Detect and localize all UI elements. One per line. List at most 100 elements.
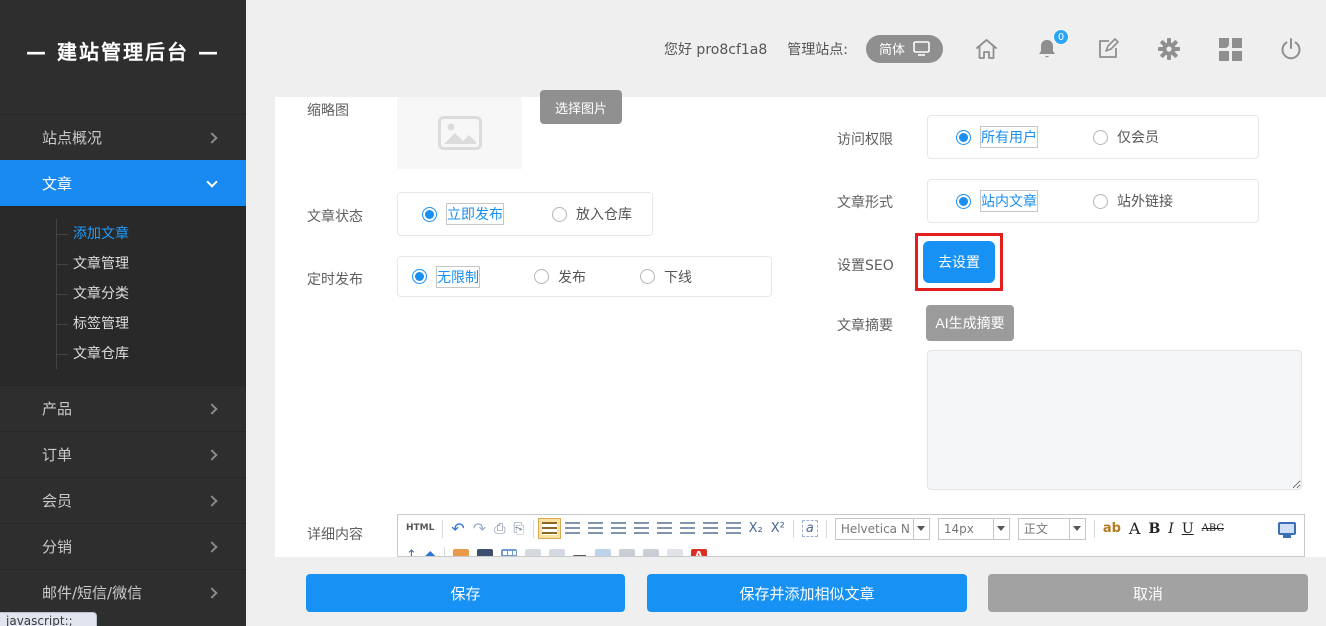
topbar: 您好 pro8cf1a8 管理站点: 简体 0 — [246, 0, 1326, 97]
paragraph-spacing-icon[interactable] — [680, 522, 695, 535]
redo-icon[interactable]: ↷ — [473, 521, 486, 537]
sidebar-item-articles[interactable]: 文章 — [0, 160, 246, 206]
bold-icon[interactable]: B — [1148, 522, 1160, 536]
sidebar-item-site-overview[interactable]: 站点概况 — [0, 114, 246, 160]
radio-unselected-icon — [640, 269, 655, 284]
radio-option-external-link[interactable]: 站外链接 — [1093, 191, 1173, 211]
template-icon[interactable] — [525, 549, 541, 558]
save-and-add-similar-button[interactable]: 保存并添加相似文章 — [647, 574, 967, 612]
notification-badge: 0 — [1053, 29, 1069, 45]
highlight-color-icon[interactable]: ab — [1103, 522, 1121, 535]
line-height-icon[interactable]: ↕ — [406, 549, 417, 557]
save-button[interactable]: 保存 — [306, 574, 625, 612]
radio-label: 下线 — [664, 267, 692, 287]
italic-icon[interactable]: I — [1168, 522, 1174, 536]
page-break-icon[interactable] — [549, 549, 565, 558]
subscript-icon[interactable]: X₂ — [749, 522, 763, 535]
font-family-select[interactable]: Helvetica N — [835, 518, 930, 540]
language-label: 简体 — [879, 39, 905, 58]
articles-submenu: 添加文章 文章管理 文章分类 标签管理 文章仓库 — [0, 206, 246, 385]
align-right-icon[interactable] — [588, 522, 603, 535]
align-justify-icon[interactable] — [611, 522, 626, 535]
radio-option-publish-now[interactable]: 立即发布 — [422, 203, 504, 225]
underline-icon[interactable]: U — [1182, 522, 1194, 536]
language-site-pill[interactable]: 简体 — [866, 35, 943, 63]
insert-table-icon[interactable] — [501, 549, 517, 558]
font-color-icon[interactable]: A — [1129, 521, 1141, 537]
align-left-icon[interactable] — [542, 522, 557, 535]
paragraph-format-select[interactable]: 正文 — [1018, 518, 1086, 540]
radio-option-members-only[interactable]: 仅会员 — [1093, 127, 1159, 147]
sidebar-subitem-article-manage[interactable]: 文章管理 — [57, 249, 246, 279]
radio-label: 站内文章 — [980, 190, 1038, 212]
sidebar-subitem-add-article[interactable]: 添加文章 — [57, 219, 246, 249]
sidebar-item-label: 订单 — [42, 444, 72, 465]
sidebar-menu: 站点概况 文章 添加文章 文章管理 文章分类 标签管理 文章仓库 产品 — [0, 114, 246, 615]
choose-image-button[interactable]: 选择图片 — [540, 90, 622, 124]
sidebar-item-orders[interactable]: 订单 — [0, 431, 246, 477]
article-form-group: 站内文章 站外链接 — [927, 179, 1259, 223]
radio-selected-icon — [412, 269, 427, 284]
ai-generate-summary-button[interactable]: AI生成摘要 — [926, 305, 1014, 341]
sidebar-item-members[interactable]: 会员 — [0, 477, 246, 523]
insert-link-icon[interactable] — [643, 549, 659, 558]
unordered-list-icon[interactable] — [657, 522, 672, 535]
ordered-list-icon[interactable] — [634, 522, 649, 535]
edit-icon[interactable] — [1095, 36, 1121, 62]
access-rights-label: 访问权限 — [837, 129, 893, 149]
strikethrough-icon[interactable]: ABC — [1202, 524, 1224, 534]
unlink-icon[interactable] — [667, 549, 683, 558]
thumbnail-placeholder — [397, 97, 522, 169]
indent-increase-icon[interactable] — [703, 522, 718, 535]
radio-option-to-repo[interactable]: 放入仓库 — [552, 204, 632, 224]
notification-bell-icon[interactable]: 0 — [1034, 36, 1060, 62]
insert-map-icon[interactable] — [595, 549, 611, 558]
apps-grid-icon[interactable] — [1217, 36, 1243, 62]
summary-textarea[interactable] — [927, 350, 1302, 490]
horizontal-rule-icon[interactable]: — — [573, 549, 587, 558]
indent-decrease-icon[interactable] — [726, 522, 741, 535]
radio-option-no-limit[interactable]: 无限制 — [412, 266, 480, 288]
radio-label: 站外链接 — [1117, 191, 1173, 211]
radio-unselected-icon — [1093, 194, 1108, 209]
sidebar-item-label: 文章 — [42, 173, 72, 194]
radio-option-offline-time[interactable]: 下线 — [640, 267, 692, 287]
undo-icon[interactable]: ↶ — [451, 521, 464, 537]
power-icon[interactable] — [1278, 36, 1304, 62]
header-icons: 0 — [973, 36, 1304, 62]
anchor-point-icon[interactable] — [619, 549, 635, 558]
sidebar-subitem-article-repo[interactable]: 文章仓库 — [57, 339, 246, 369]
radio-label: 所有用户 — [980, 126, 1038, 148]
sidebar-item-distribution[interactable]: 分销 — [0, 523, 246, 569]
align-center-icon[interactable] — [565, 522, 580, 535]
manage-site-label: 管理站点: — [787, 39, 848, 59]
paste-icon[interactable]: ⎘ — [513, 522, 524, 536]
home-icon[interactable] — [973, 36, 999, 62]
format-eraser-icon[interactable]: ◆ — [425, 549, 436, 558]
sidebar-item-mail-sms-wechat[interactable]: 邮件/短信/微信 — [0, 569, 246, 615]
radio-unselected-icon — [552, 207, 567, 222]
html-source-icon[interactable]: HTML — [406, 524, 434, 533]
seo-setup-button[interactable]: 去设置 — [923, 241, 995, 283]
radio-option-publish-time[interactable]: 发布 — [534, 267, 586, 287]
chevron-right-icon — [206, 587, 217, 598]
chevron-right-icon — [206, 541, 217, 552]
insert-video-icon[interactable] — [477, 549, 493, 558]
sidebar-item-label: 邮件/短信/微信 — [42, 582, 142, 603]
font-size-select[interactable]: 14px — [938, 518, 1010, 540]
radio-option-all-users[interactable]: 所有用户 — [956, 126, 1038, 148]
anchor-icon[interactable]: a — [802, 520, 818, 537]
print-icon[interactable]: ⎙ — [494, 522, 505, 536]
radio-label: 仅会员 — [1117, 127, 1159, 147]
sidebar-subitem-article-category[interactable]: 文章分类 — [57, 279, 246, 309]
insert-image-icon[interactable] — [453, 549, 469, 558]
sidebar-item-products[interactable]: 产品 — [0, 385, 246, 431]
attach-pdf-icon[interactable]: A — [691, 549, 707, 558]
cancel-button[interactable]: 取消 — [988, 574, 1308, 612]
superscript-icon[interactable]: X² — [771, 522, 785, 535]
scheduled-publish-label: 定时发布 — [307, 269, 363, 289]
sidebar-subitem-tag-manage[interactable]: 标签管理 — [57, 309, 246, 339]
settings-gear-icon[interactable] — [1156, 36, 1182, 62]
fullscreen-icon[interactable] — [1278, 522, 1296, 535]
radio-option-internal-article[interactable]: 站内文章 — [956, 190, 1038, 212]
